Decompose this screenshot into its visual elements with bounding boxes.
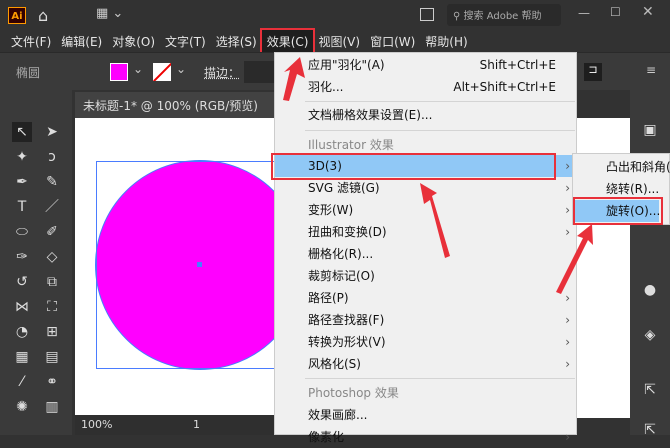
arrow-annotation (283, 57, 305, 101)
arrow-annotation (556, 224, 593, 294)
annotation-arrows (283, 57, 593, 294)
arrow-annotation (420, 183, 450, 258)
